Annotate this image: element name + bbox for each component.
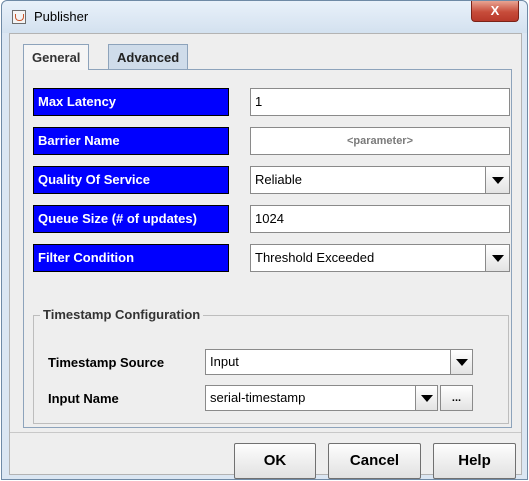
- quality-of-service-select[interactable]: Reliable: [250, 166, 510, 194]
- publisher-dialog: Publisher X General Advanced Max Latency…: [1, 0, 528, 480]
- timestamp-configuration-group: Timestamp Configuration Timestamp Source…: [33, 307, 509, 424]
- tab-advanced[interactable]: Advanced: [108, 44, 189, 70]
- timestamp-source-dropdown-button[interactable]: [450, 350, 472, 374]
- filter-condition-select[interactable]: Threshold Exceeded: [250, 244, 510, 272]
- input-name-label: Input Name: [48, 391, 119, 406]
- close-button[interactable]: X: [471, 1, 519, 22]
- filter-condition-value: Threshold Exceeded: [255, 250, 375, 265]
- timestamp-source-select[interactable]: Input: [205, 349, 473, 375]
- input-name-browse-button[interactable]: ...: [440, 385, 473, 411]
- queue-size-label: Queue Size (# of updates): [33, 205, 229, 233]
- dropdown-arrow-icon: [420, 394, 433, 402]
- window-title: Publisher: [34, 9, 89, 24]
- input-name-select[interactable]: serial-timestamp: [205, 385, 438, 411]
- quality-of-service-dropdown-button[interactable]: [485, 167, 509, 193]
- max-latency-input[interactable]: 1: [250, 88, 510, 116]
- tab-general[interactable]: General: [23, 44, 90, 70]
- barrier-name-input[interactable]: <parameter>: [250, 127, 510, 155]
- cancel-button[interactable]: Cancel: [328, 443, 421, 479]
- timestamp-configuration-title: Timestamp Configuration: [40, 307, 204, 322]
- dialog-body: General Advanced Max Latency 1 Barrier N…: [9, 33, 522, 479]
- filter-condition-label: Filter Condition: [33, 244, 229, 272]
- timestamp-source-label: Timestamp Source: [48, 355, 165, 370]
- help-button[interactable]: Help: [433, 443, 516, 479]
- dropdown-arrow-icon: [455, 358, 468, 366]
- footer-divider: [10, 432, 521, 433]
- java-cup-icon: [12, 10, 26, 24]
- close-icon: X: [490, 3, 500, 18]
- barrier-name-label: Barrier Name: [33, 127, 229, 155]
- dropdown-arrow-icon: [491, 176, 504, 184]
- ok-button[interactable]: OK: [234, 443, 316, 479]
- title-bar[interactable]: Publisher X: [2, 1, 527, 33]
- queue-size-input[interactable]: 1024: [250, 205, 510, 233]
- max-latency-label: Max Latency: [33, 88, 229, 116]
- dropdown-arrow-icon: [491, 254, 504, 262]
- filter-condition-dropdown-button[interactable]: [485, 245, 509, 271]
- quality-of-service-value: Reliable: [255, 172, 302, 187]
- quality-of-service-label: Quality Of Service: [33, 166, 229, 194]
- input-name-value: serial-timestamp: [210, 390, 306, 405]
- timestamp-source-value: Input: [210, 354, 239, 369]
- general-tab-panel: Max Latency 1 Barrier Name <parameter> Q…: [23, 69, 512, 428]
- input-name-dropdown-button[interactable]: [415, 386, 437, 410]
